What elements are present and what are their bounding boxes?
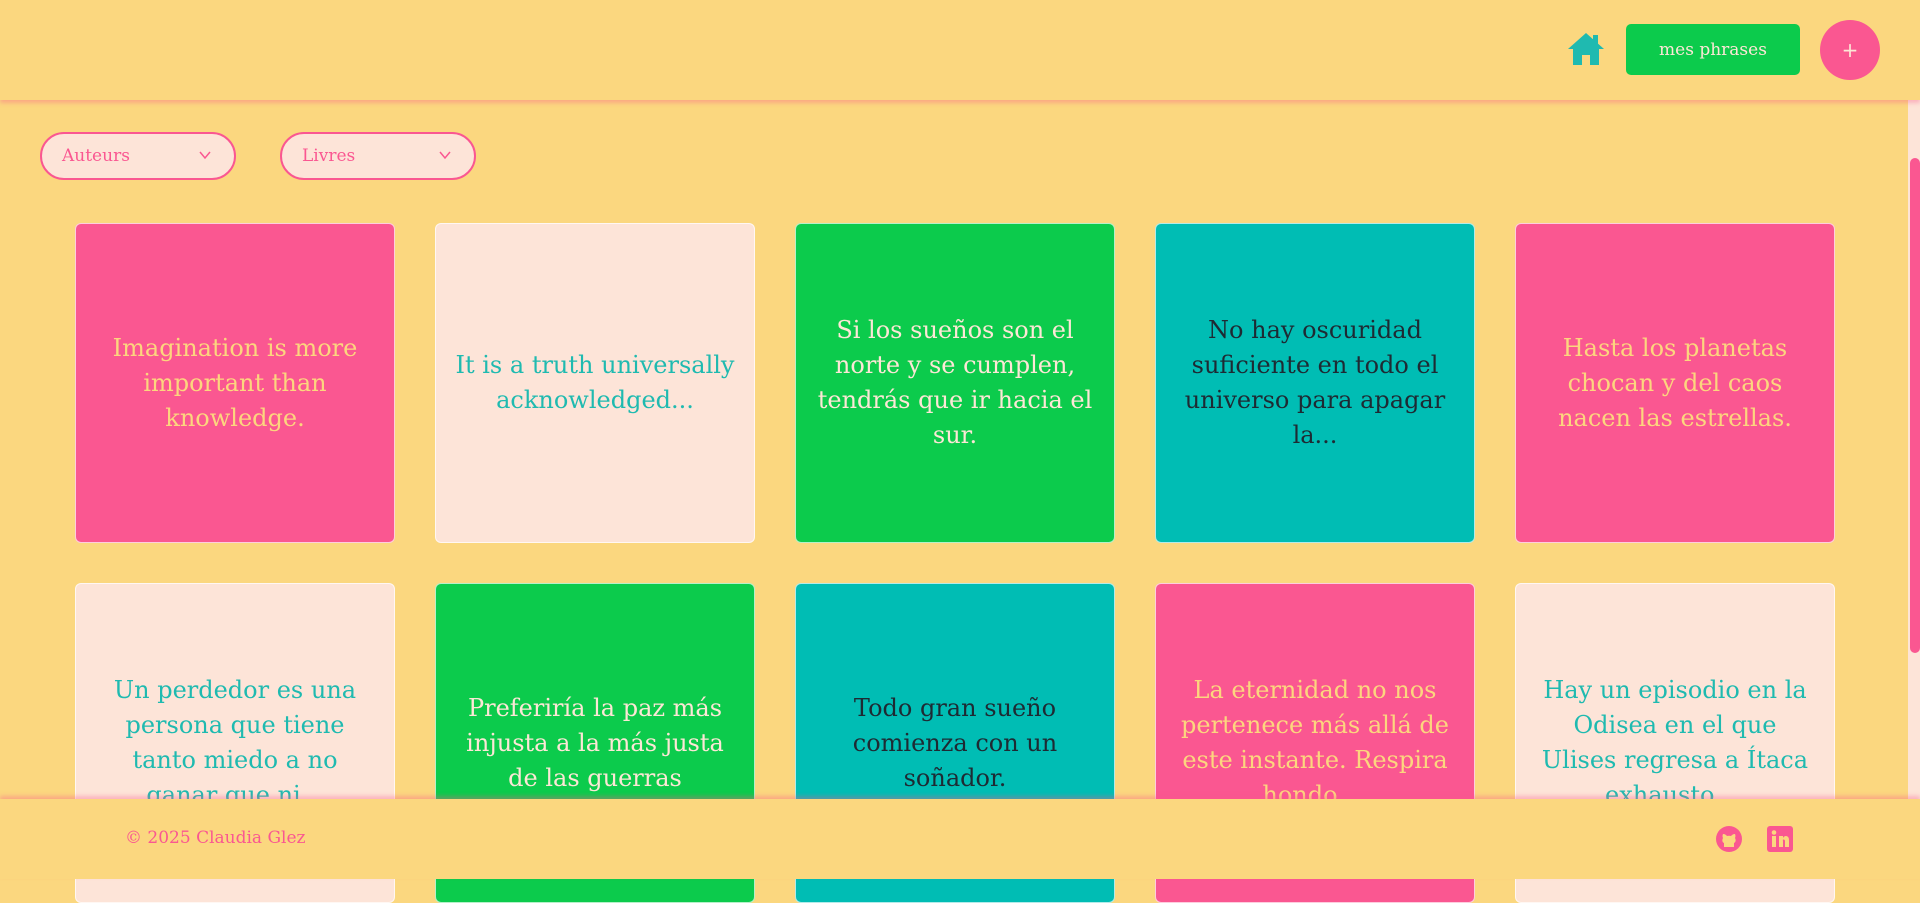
phrase-text: Si los sueños son el norte y se cumplen,…	[817, 316, 1093, 449]
phrase-card[interactable]: Hasta los planetas chocan y del caos nac…	[1515, 223, 1835, 543]
books-filter-label: Livres	[302, 146, 356, 166]
home-icon[interactable]	[1566, 31, 1606, 67]
scrollbar-thumb[interactable]	[1910, 158, 1920, 653]
my-phrases-button[interactable]: mes phrases	[1626, 24, 1800, 75]
authors-filter-label: Auteurs	[62, 146, 130, 166]
phrase-card[interactable]: Imagination is more important than knowl…	[75, 223, 395, 543]
phrase-text: Hay un episodio en la Odisea en el que U…	[1541, 676, 1809, 809]
copyright: © 2025 Claudia Glez	[125, 828, 306, 848]
phrase-text: Hasta los planetas chocan y del caos nac…	[1558, 333, 1792, 432]
phrase-card[interactable]: It is a truth universally acknowledged..…	[435, 223, 755, 543]
chevron-down-icon	[199, 151, 211, 160]
books-filter[interactable]: Livres	[280, 132, 476, 180]
phrase-text: Imagination is more important than knowl…	[112, 333, 358, 432]
linkedin-icon[interactable]	[1766, 825, 1794, 853]
phrase-text: Preferiría la paz más injusta a la más j…	[466, 693, 724, 792]
phrase-text: La eternidad no nos pertenece más allá d…	[1181, 676, 1449, 809]
github-icon[interactable]	[1715, 825, 1743, 853]
chevron-down-icon	[439, 151, 451, 160]
phrase-card[interactable]: No hay oscuridad suficiente en todo el u…	[1155, 223, 1475, 543]
authors-filter[interactable]: Auteurs	[40, 132, 236, 180]
header: mes phrases +	[0, 0, 1920, 100]
phrase-text: No hay oscuridad suficiente en todo el u…	[1184, 316, 1446, 449]
phrase-card[interactable]: Si los sueños son el norte y se cumplen,…	[795, 223, 1115, 543]
phrase-text: Todo gran sueño comienza con un soñador.	[852, 693, 1058, 792]
phrase-text: It is a truth universally acknowledged..…	[455, 351, 735, 414]
add-phrase-button[interactable]: +	[1820, 20, 1880, 80]
phrase-text: Un perdedor es una persona que tiene tan…	[113, 676, 357, 809]
footer: © 2025 Claudia Glez	[0, 799, 1920, 879]
